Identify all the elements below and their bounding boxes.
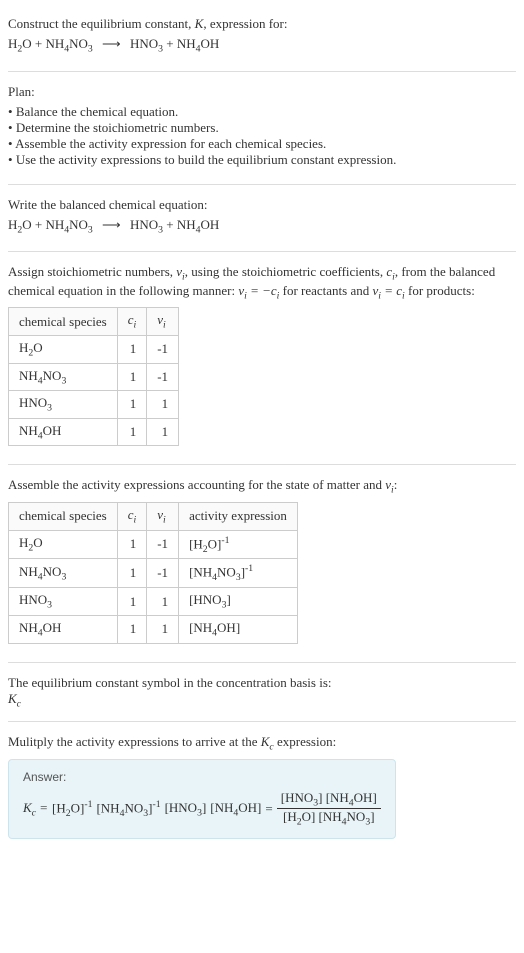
cell-nu: -1 [147,530,179,559]
multiply-suffix: expression: [274,734,336,749]
col-nu: νi [147,502,179,530]
kc-symbol: Kc [8,691,516,710]
col-species: chemical species [9,502,118,530]
cell-species: HNO3 [9,391,118,419]
table-header-row: chemical species ci νi [9,308,179,336]
cell-species: NH4NO3 [9,363,118,391]
cell-species: H2O [9,335,118,363]
cell-species: NH4OH [9,615,118,643]
assemble-suffix: : [394,477,398,492]
table-row: NH4OH 1 1 [NH4OH] [9,615,298,643]
assemble-section: Assemble the activity expressions accoun… [8,469,516,657]
cell-nu: 1 [147,391,179,419]
symbol-text: The equilibrium constant symbol in the c… [8,675,516,691]
table-row: H2O 1 -1 [H2O]-1 [9,530,298,559]
table-row: HNO3 1 1 [9,391,179,419]
balanced-title: Write the balanced chemical equation: [8,197,516,213]
answer-label: Answer: [23,770,381,784]
denominator: [H2O] [NH4NO3] [277,809,381,828]
header-section: Construct the equilibrium constant, K, e… [8,8,516,67]
cell-activity: [NH4NO3]-1 [179,559,298,588]
answer-box: Answer: Kc = [H2O]-1 [NH4NO3]-1 [HNO3] [… [8,759,396,839]
plan-item: Determine the stoichiometric numbers. [8,120,516,136]
numerator: [HNO3] [NH4OH] [277,790,381,810]
divider [8,662,516,663]
cell-ci: 1 [117,335,147,363]
cell-ci: 1 [117,391,147,419]
equals: = [265,801,272,817]
table-header-row: chemical species ci νi activity expressi… [9,502,298,530]
table-row: NH4OH 1 1 [9,418,179,446]
assign-prefix: Assign stoichiometric numbers, [8,264,176,279]
cell-activity: [HNO3] [179,588,298,616]
term2: [NH4NO3]-1 [96,799,160,819]
divider [8,721,516,722]
cell-nu: -1 [147,335,179,363]
plan-section: Plan: Balance the chemical equation. Det… [8,76,516,180]
col-ci: ci [117,502,147,530]
cell-ci: 1 [117,559,147,588]
table-row: NH4NO3 1 -1 [NH4NO3]-1 [9,559,298,588]
term1: [H2O]-1 [52,799,92,819]
table-row: H2O 1 -1 [9,335,179,363]
multiply-section: Mulitply the activity expressions to arr… [8,726,516,853]
assign-section: Assign stoichiometric numbers, νi , using… [8,256,516,460]
cell-activity: [H2O]-1 [179,530,298,559]
cell-species: HNO3 [9,588,118,616]
divider [8,184,516,185]
multiply-text: Mulitply the activity expressions to arr… [8,734,516,753]
prompt-prefix: Construct the equilibrium constant, [8,16,195,31]
balanced-equation: H2O + NH4NO3 ⟶ HNO3 + NH4OH [8,217,516,236]
cell-species: H2O [9,530,118,559]
header-equation: H2O + NH4NO3 ⟶ HNO3 + NH4OH [8,36,516,55]
balanced-section: Write the balanced chemical equation: H2… [8,189,516,248]
col-activity: activity expression [179,502,298,530]
cell-nu: -1 [147,363,179,391]
col-nu: νi [147,308,179,336]
prompt-line: Construct the equilibrium constant, K, e… [8,16,516,32]
cell-ci: 1 [117,588,147,616]
kc-lhs: Kc = [23,800,48,819]
symbol-section: The equilibrium constant symbol in the c… [8,667,516,718]
assign-mid3: for reactants and [279,283,372,298]
term3: [HNO3] [165,800,207,819]
table-row: HNO3 1 1 [HNO3] [9,588,298,616]
cell-species: NH4NO3 [9,559,118,588]
cell-ci: 1 [117,418,147,446]
prompt-suffix: , expression for: [203,16,287,31]
stoich-table: chemical species ci νi H2O 1 -1 NH4NO3 1… [8,307,179,446]
plan-item: Balance the chemical equation. [8,104,516,120]
assemble-prefix: Assemble the activity expressions accoun… [8,477,385,492]
divider [8,251,516,252]
cell-nu: 1 [147,588,179,616]
plan-item: Use the activity expressions to build th… [8,152,516,168]
cell-nu: 1 [147,418,179,446]
cell-nu: -1 [147,559,179,588]
multiply-prefix: Mulitply the activity expressions to arr… [8,734,261,749]
col-ci: ci [117,308,147,336]
activity-table: chemical species ci νi activity expressi… [8,502,298,644]
cell-ci: 1 [117,363,147,391]
divider [8,464,516,465]
cell-ci: 1 [117,530,147,559]
plan-list: Balance the chemical equation. Determine… [8,104,516,168]
cell-species: NH4OH [9,418,118,446]
assemble-text: Assemble the activity expressions accoun… [8,477,516,496]
cell-nu: 1 [147,615,179,643]
plan-item: Assemble the activity expression for eac… [8,136,516,152]
cell-activity: [NH4OH] [179,615,298,643]
divider [8,71,516,72]
assign-mid1: , using the stoichiometric coefficients, [185,264,387,279]
table-row: NH4NO3 1 -1 [9,363,179,391]
kc-expression: Kc = [H2O]-1 [NH4NO3]-1 [HNO3] [NH4OH] =… [23,790,381,828]
term4: [NH4OH] [210,800,261,819]
plan-title: Plan: [8,84,516,100]
fraction: [HNO3] [NH4OH] [H2O] [NH4NO3] [277,790,381,828]
assign-suffix: for products: [405,283,475,298]
col-species: chemical species [9,308,118,336]
assign-text: Assign stoichiometric numbers, νi, using… [8,264,516,301]
cell-ci: 1 [117,615,147,643]
